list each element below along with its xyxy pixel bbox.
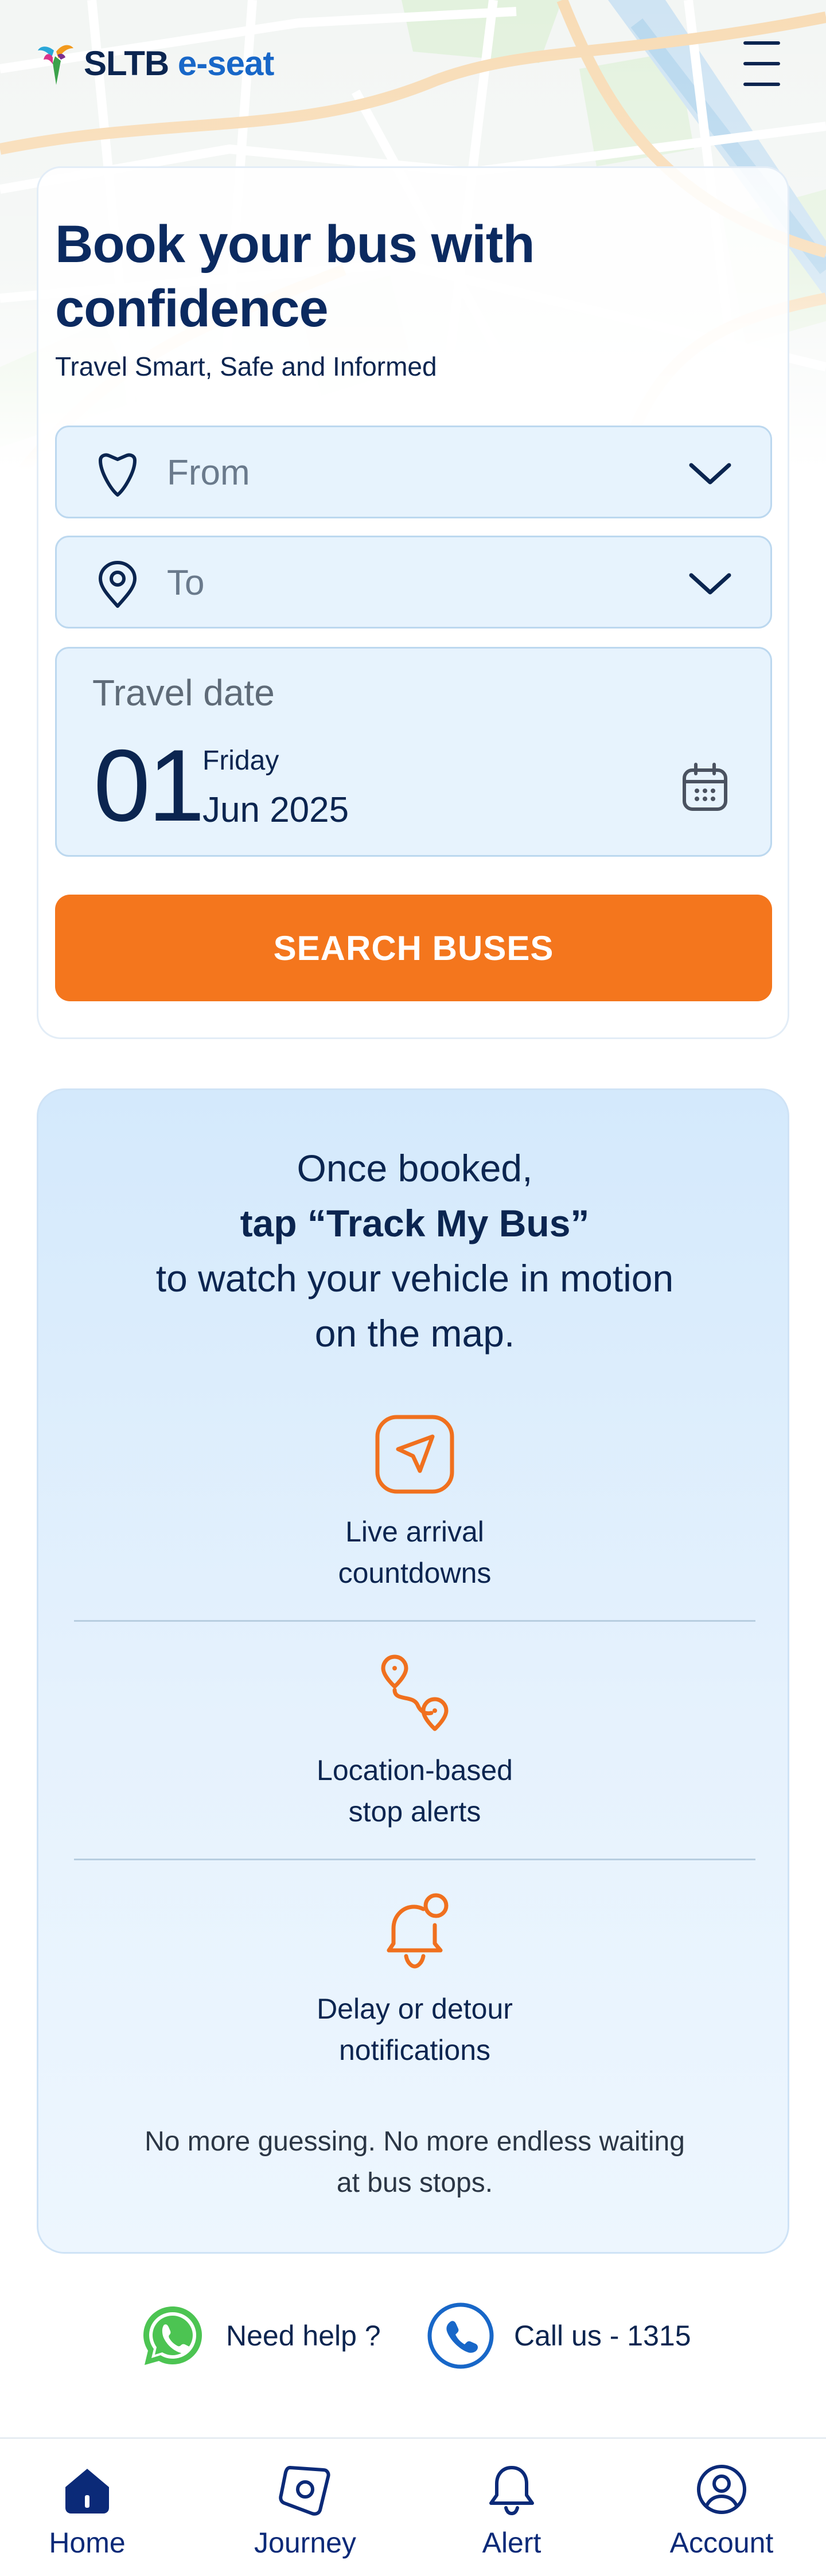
nav-item-alert[interactable]: Alert — [437, 2462, 586, 2559]
booking-subline: Travel Smart, Safe and Informed — [55, 352, 437, 381]
hummingbird-logo-icon — [38, 45, 73, 85]
to-placeholder: To — [167, 563, 205, 603]
booking-headline: Book your bus with confidence — [55, 215, 535, 338]
destination-pin-icon — [99, 561, 137, 608]
nav-item-home[interactable]: Home — [13, 2462, 162, 2559]
divider — [74, 1620, 755, 1622]
to-field[interactable]: To — [55, 536, 772, 629]
track-intro-line: on the map. — [314, 1312, 515, 1355]
feature-live-arrival: Live arrival countdowns — [38, 1411, 791, 1594]
home-icon — [65, 2469, 109, 2513]
nav-item-account[interactable]: Account — [647, 2462, 796, 2559]
navigation-arrow-icon — [375, 1415, 454, 1494]
footer-line: at bus stops. — [336, 2168, 493, 2198]
nav-label: Home — [49, 2527, 126, 2559]
compass-icon — [279, 2466, 330, 2516]
nav-item-journey[interactable]: Journey — [231, 2462, 380, 2559]
menu-line — [743, 41, 780, 45]
footer-line: No more guessing. No more endless waitin… — [145, 2126, 685, 2157]
chevron-down-icon — [689, 463, 731, 485]
bell-icon — [489, 2466, 534, 2516]
calendar-icon[interactable] — [680, 761, 730, 814]
menu-line — [743, 83, 780, 86]
nav-label: Alert — [482, 2527, 541, 2559]
bottom-nav: Home Journey Alert Account — [0, 2437, 826, 2576]
brand-primary: SLTB — [84, 44, 169, 83]
track-my-bus-card: Once booked, tap “Track My Bus” to watch… — [37, 1088, 789, 2254]
nav-label: Journey — [254, 2527, 356, 2559]
travel-date-label: Travel date — [92, 672, 275, 713]
feature-line: stop alerts — [348, 1796, 481, 1828]
whatsapp-icon — [143, 2306, 202, 2365]
call-us-link[interactable]: Call us - 1315 — [427, 2302, 691, 2370]
feature-line: Location-based — [317, 1754, 513, 1786]
brand-name: SLTB e-seat — [84, 44, 274, 83]
feature-line: Live arrival — [345, 1516, 484, 1548]
track-intro-line: to watch your vehicle in motion — [155, 1257, 674, 1299]
phone-icon — [427, 2302, 494, 2369]
route-pins-icon — [381, 1654, 449, 1731]
menu-line — [743, 62, 780, 65]
whatsapp-help-link[interactable]: Need help ? — [139, 2302, 381, 2370]
call-us-label: Call us - 1315 — [514, 2320, 691, 2352]
hamburger-menu-icon[interactable] — [743, 39, 785, 88]
app-header: SLTB e-seat — [0, 0, 826, 132]
chevron-down-icon — [689, 573, 731, 595]
track-intro-line: Once booked, — [297, 1147, 533, 1189]
from-field[interactable]: From — [55, 426, 772, 518]
feature-text: Location-based stop alerts — [38, 1750, 791, 1832]
bell-notification-icon — [387, 1893, 449, 1969]
help-row: Need help ? Call us - 1315 — [0, 2300, 826, 2374]
track-intro: Once booked, tap “Track My Bus” to watch… — [38, 1141, 791, 1361]
feature-text: Delay or detour notifications — [38, 1988, 791, 2071]
brand-accent: e-seat — [177, 44, 274, 83]
feature-text: Live arrival countdowns — [38, 1511, 791, 1594]
from-placeholder: From — [167, 453, 250, 493]
travel-date-month-year: Jun 2025 — [202, 790, 349, 830]
feature-stop-alerts: Location-based stop alerts — [38, 1650, 791, 1832]
whatsapp-help-label: Need help ? — [226, 2320, 381, 2352]
search-buses-button[interactable]: SEARCH BUSES — [55, 895, 772, 1001]
nav-label: Account — [669, 2527, 774, 2559]
user-circle-icon — [697, 2465, 746, 2514]
origin-pin-icon — [99, 453, 137, 497]
feature-line: notifications — [338, 2034, 491, 2066]
divider — [74, 1859, 755, 1860]
travel-date-field[interactable]: Travel date 01 Friday Jun 2025 — [55, 647, 772, 857]
track-footer-text: No more guessing. No more endless waitin… — [38, 2121, 791, 2204]
track-intro-strong: tap “Track My Bus” — [240, 1202, 590, 1244]
feature-delay-notifications: Delay or detour notifications — [38, 1888, 791, 2071]
travel-date-weekday: Friday — [202, 746, 279, 776]
travel-date-day: 01 — [93, 728, 205, 842]
feature-line: countdowns — [338, 1557, 492, 1589]
brand-logo[interactable]: SLTB e-seat — [36, 40, 274, 86]
feature-line: Delay or detour — [317, 1993, 513, 2025]
